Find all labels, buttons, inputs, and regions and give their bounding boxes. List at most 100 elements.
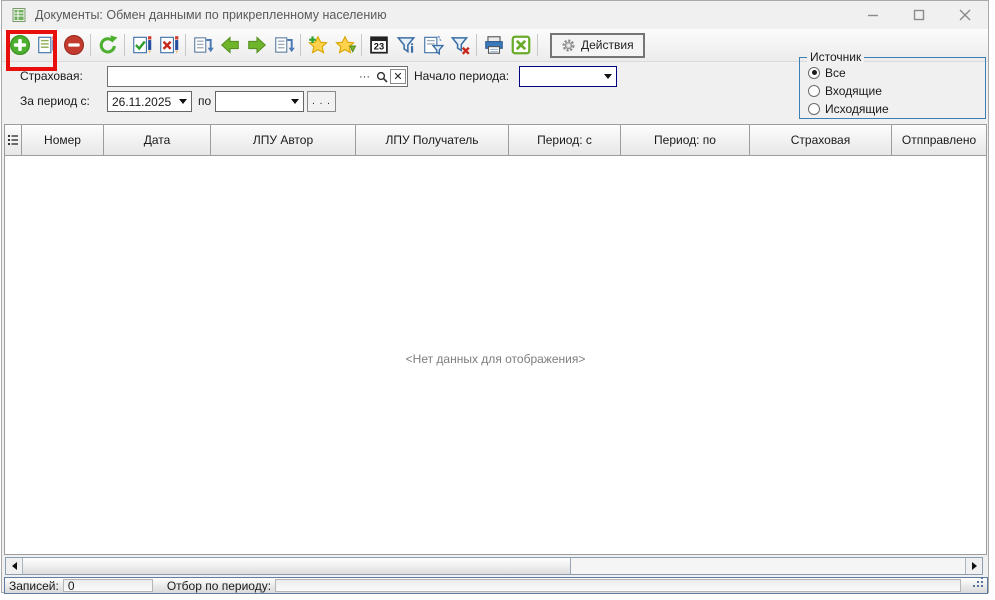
- last-record-icon: [273, 34, 295, 56]
- minimize-icon: [867, 9, 879, 21]
- maximize-button[interactable]: [896, 1, 942, 29]
- radio-icon[interactable]: [808, 67, 820, 79]
- search-icon: [376, 71, 388, 83]
- filter-button[interactable]: [392, 32, 419, 59]
- actions-button[interactable]: Действия: [550, 33, 645, 58]
- window-title: Документы: Обмен данными по прикрепленно…: [35, 8, 387, 22]
- period-start-label: Начало периода:: [414, 69, 509, 83]
- document-grid-icon: [11, 7, 27, 23]
- date-from-value: 26.11.2025: [108, 95, 175, 109]
- column-header-number[interactable]: Номер: [22, 125, 104, 155]
- column-header-period-to[interactable]: Период: по: [621, 125, 750, 155]
- radio-icon[interactable]: [808, 85, 820, 97]
- insurer-label: Страховая:: [20, 69, 83, 83]
- delete-button[interactable]: [60, 32, 87, 59]
- previous-record-button[interactable]: [216, 32, 243, 59]
- column-header-sent[interactable]: Отпправлено: [892, 125, 986, 155]
- insurer-more-button[interactable]: ···: [356, 67, 373, 86]
- calendar-button[interactable]: 23: [365, 32, 392, 59]
- insurer-search-button[interactable]: [373, 67, 390, 86]
- radio-label: Исходящие: [825, 102, 889, 116]
- column-header-date[interactable]: Дата: [104, 125, 211, 155]
- resize-grip[interactable]: [973, 577, 984, 591]
- records-count-value: 0: [63, 579, 153, 592]
- title-bar[interactable]: Документы: Обмен данными по прикрепленно…: [2, 1, 988, 29]
- insurer-clear-button[interactable]: ✕: [390, 69, 406, 84]
- toolbar-separator: [185, 34, 186, 56]
- refresh-icon: [97, 34, 119, 56]
- last-record-button[interactable]: [270, 32, 297, 59]
- calendar-icon: 23: [368, 34, 390, 56]
- row-list-icon: [8, 134, 19, 147]
- refresh-button[interactable]: [94, 32, 121, 59]
- minimize-button[interactable]: [850, 1, 896, 29]
- column-header-lpu-author[interactable]: ЛПУ Автор: [211, 125, 356, 155]
- edit-button[interactable]: [33, 32, 60, 59]
- approve-document-button[interactable]: [128, 32, 155, 59]
- delete-icon: [63, 34, 85, 56]
- next-record-button[interactable]: [243, 32, 270, 59]
- close-button[interactable]: [942, 1, 988, 29]
- triangle-right-icon: [972, 562, 977, 570]
- edit-icon: [36, 34, 58, 56]
- radio-option-all[interactable]: Все: [808, 65, 985, 80]
- toolbar-separator: [476, 34, 477, 56]
- radio-icon[interactable]: [808, 103, 820, 115]
- approve-document-icon: [131, 34, 153, 56]
- dropdown-arrow-icon[interactable]: [175, 92, 191, 111]
- toolbar-separator: [124, 34, 125, 56]
- status-bar: Записей: 0 Отбор по периоду:: [4, 577, 988, 594]
- insurer-input[interactable]: ··· ✕: [107, 66, 408, 87]
- app-window: Документы: Обмен данными по прикрепленно…: [1, 0, 989, 593]
- arrow-right-icon: [246, 34, 268, 56]
- horizontal-scrollbar[interactable]: [5, 557, 983, 575]
- first-record-icon: [192, 34, 214, 56]
- radio-option-outgoing[interactable]: Исходящие: [808, 101, 985, 116]
- column-header-insurer[interactable]: Страховая: [750, 125, 892, 155]
- svg-text:23: 23: [373, 41, 383, 51]
- first-record-button[interactable]: [189, 32, 216, 59]
- period-start-select[interactable]: [519, 66, 617, 87]
- date-to-select[interactable]: [215, 91, 304, 112]
- column-header-lpu-recipient[interactable]: ЛПУ Получатель: [356, 125, 509, 155]
- scroll-right-button[interactable]: [965, 558, 982, 574]
- print-icon: [483, 34, 505, 56]
- toolbar-separator: [300, 34, 301, 56]
- grid-body: <Нет данных для отображения>: [5, 156, 986, 554]
- print-button[interactable]: [480, 32, 507, 59]
- period-more-button[interactable]: . . .: [307, 91, 336, 112]
- toolbar-separator: [361, 34, 362, 56]
- source-groupbox-title: Источник: [807, 50, 864, 64]
- reject-document-icon: [158, 34, 180, 56]
- period-filter-value: [275, 579, 961, 592]
- dropdown-arrow-icon[interactable]: [287, 92, 303, 111]
- date-to-label: по: [198, 94, 211, 108]
- records-count-label: Записей:: [9, 579, 59, 593]
- date-from-select[interactable]: 26.11.2025: [107, 91, 192, 112]
- column-header-period-from[interactable]: Период: с: [509, 125, 621, 155]
- gear-icon: [561, 38, 576, 53]
- add-button[interactable]: [6, 32, 33, 59]
- period-filter-label: Отбор по периоду:: [167, 579, 271, 593]
- radio-option-incoming[interactable]: Входящие: [808, 83, 985, 98]
- toolbar-separator: [537, 34, 538, 56]
- empty-data-message: <Нет данных для отображения>: [5, 352, 986, 366]
- filter-settings-button[interactable]: [419, 32, 446, 59]
- arrow-left-icon: [219, 34, 241, 56]
- radio-label: Входящие: [825, 84, 882, 98]
- grid-indicator-header[interactable]: [5, 125, 22, 155]
- close-icon: [959, 9, 971, 21]
- actions-button-label: Действия: [581, 38, 634, 52]
- star-add-icon: [307, 34, 329, 56]
- source-groupbox: Источник Все Входящие Исходящие: [799, 57, 986, 119]
- scrollbar-thumb[interactable]: [23, 558, 571, 574]
- reject-document-button[interactable]: [155, 32, 182, 59]
- favorites-apply-button[interactable]: [331, 32, 358, 59]
- maximize-icon: [913, 9, 925, 21]
- export-excel-button[interactable]: [507, 32, 534, 59]
- favorites-add-button[interactable]: [304, 32, 331, 59]
- filter-clear-button[interactable]: [446, 32, 473, 59]
- app-icon: [11, 7, 27, 23]
- scroll-left-button[interactable]: [6, 558, 23, 574]
- dropdown-arrow-icon[interactable]: [600, 67, 616, 86]
